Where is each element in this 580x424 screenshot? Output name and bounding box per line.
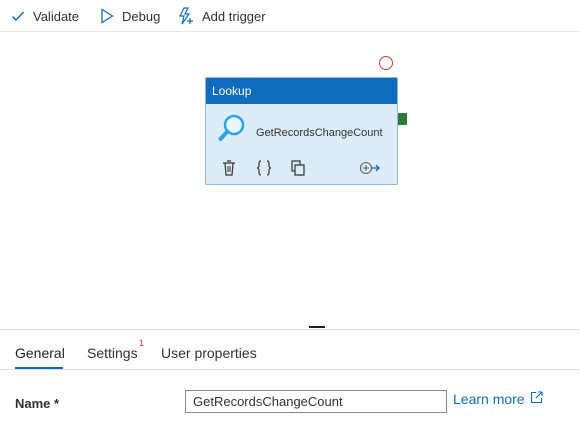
copy-icon[interactable] bbox=[291, 160, 305, 181]
play-icon bbox=[100, 8, 114, 24]
pipeline-toolbar: Validate Debug Add trigger bbox=[0, 0, 580, 32]
tab-settings[interactable]: Settings bbox=[87, 345, 138, 361]
trigger-icon bbox=[178, 7, 194, 25]
checkmark-icon bbox=[11, 9, 25, 23]
tab-general[interactable]: General bbox=[15, 345, 65, 361]
active-tab-indicator bbox=[15, 367, 63, 369]
debug-label: Debug bbox=[122, 8, 161, 24]
search-icon bbox=[218, 114, 246, 149]
settings-error-badge: 1 bbox=[139, 338, 145, 348]
learn-more-link[interactable]: Learn more bbox=[453, 391, 543, 407]
status-circle-icon bbox=[379, 56, 393, 70]
properties-tabs: General Settings 1 User properties bbox=[0, 330, 580, 370]
activity-type-header: Lookup bbox=[206, 78, 397, 104]
delete-icon[interactable] bbox=[222, 160, 236, 181]
name-input[interactable] bbox=[185, 390, 447, 413]
validate-button[interactable]: Validate bbox=[11, 5, 79, 27]
code-braces-icon[interactable] bbox=[256, 160, 272, 181]
activity-name-label: GetRecordsChangeCount bbox=[256, 127, 383, 139]
external-link-icon bbox=[530, 391, 543, 407]
tab-user-properties[interactable]: User properties bbox=[161, 345, 257, 361]
name-field-label: Name * bbox=[15, 396, 60, 411]
validate-label: Validate bbox=[33, 8, 80, 24]
debug-button[interactable]: Debug bbox=[100, 5, 160, 27]
learn-more-label: Learn more bbox=[453, 391, 525, 407]
add-trigger-button[interactable]: Add trigger bbox=[178, 5, 266, 27]
lookup-activity-node[interactable]: Lookup GetRecordsChangeCount bbox=[205, 77, 398, 185]
add-output-icon[interactable] bbox=[359, 160, 381, 181]
activity-type-label: Lookup bbox=[212, 84, 252, 98]
add-trigger-label: Add trigger bbox=[202, 8, 266, 24]
resize-grip-icon[interactable] bbox=[309, 326, 325, 328]
success-output-handle[interactable] bbox=[398, 113, 407, 125]
